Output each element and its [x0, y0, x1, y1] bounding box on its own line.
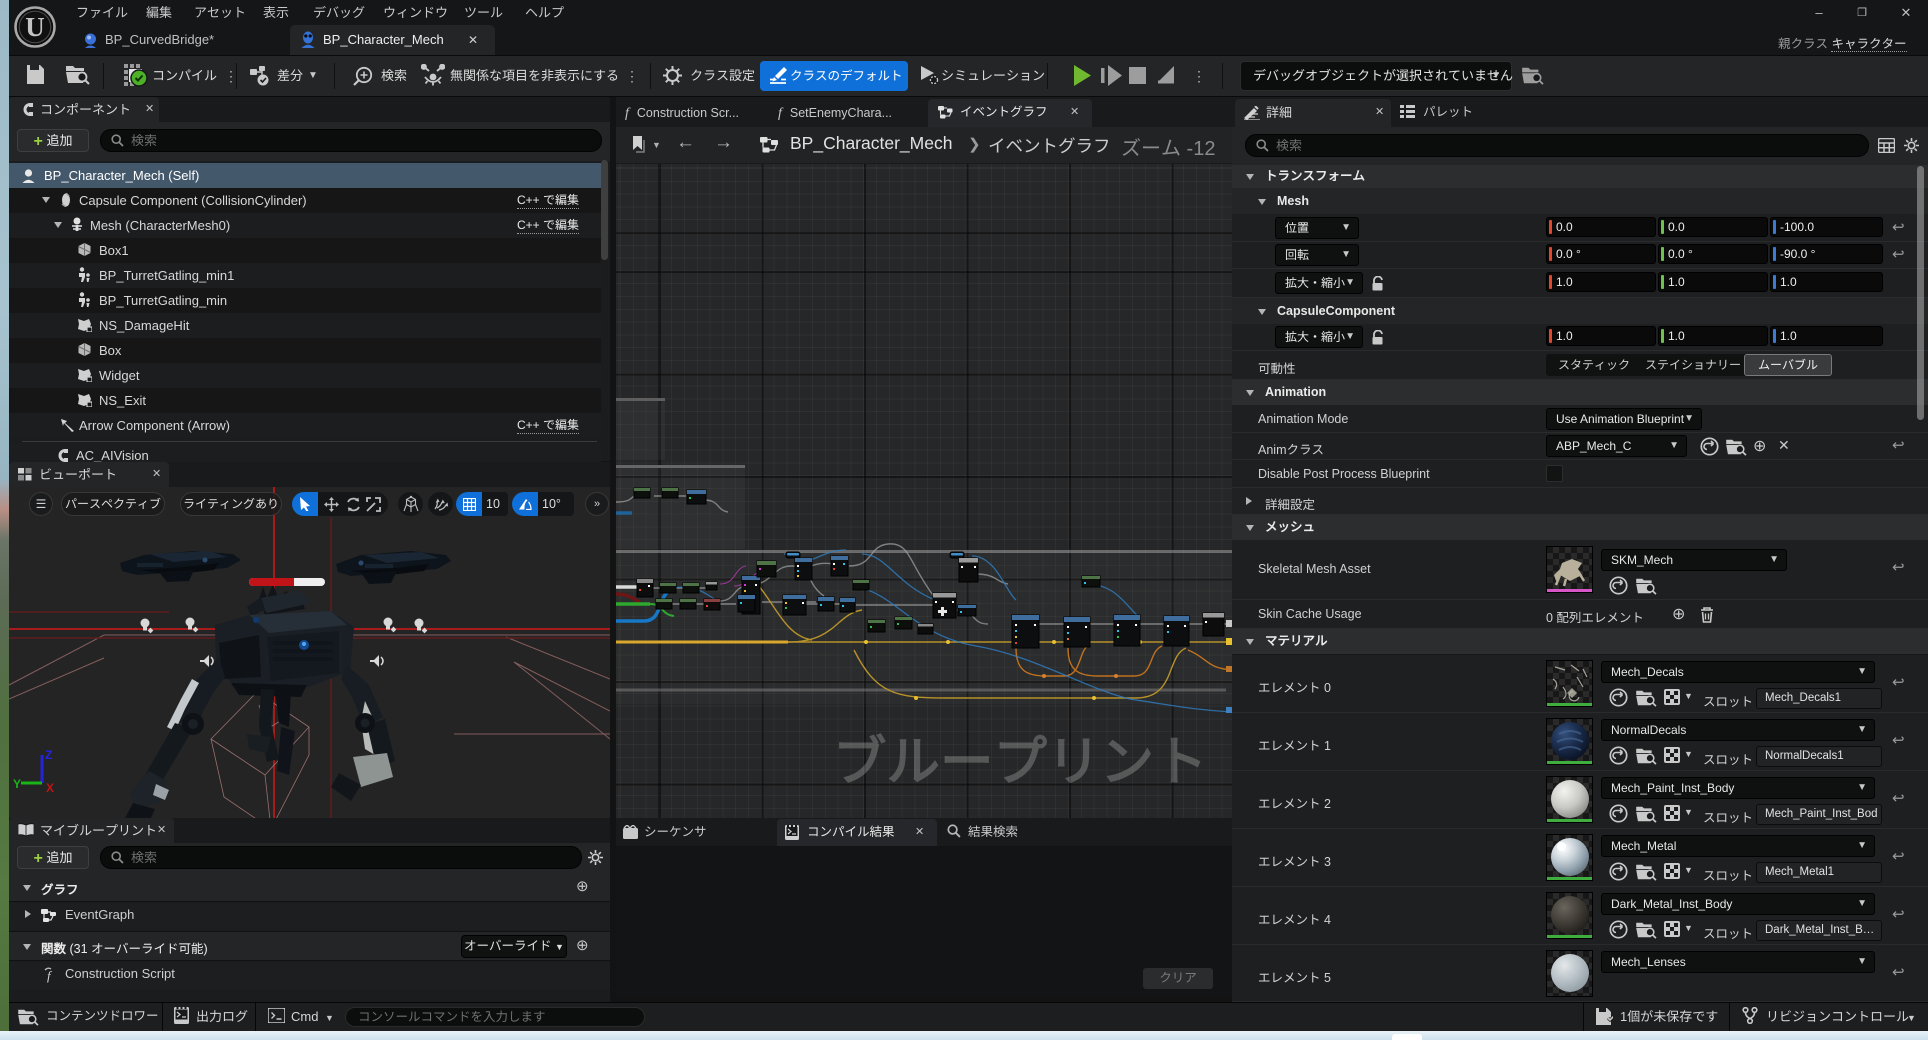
svg-text:f: f: [47, 968, 53, 983]
svg-text:X: X: [46, 781, 54, 795]
svg-text:Z: Z: [45, 748, 52, 762]
svg-text:Y: Y: [13, 777, 21, 791]
svg-text:U: U: [25, 12, 45, 42]
